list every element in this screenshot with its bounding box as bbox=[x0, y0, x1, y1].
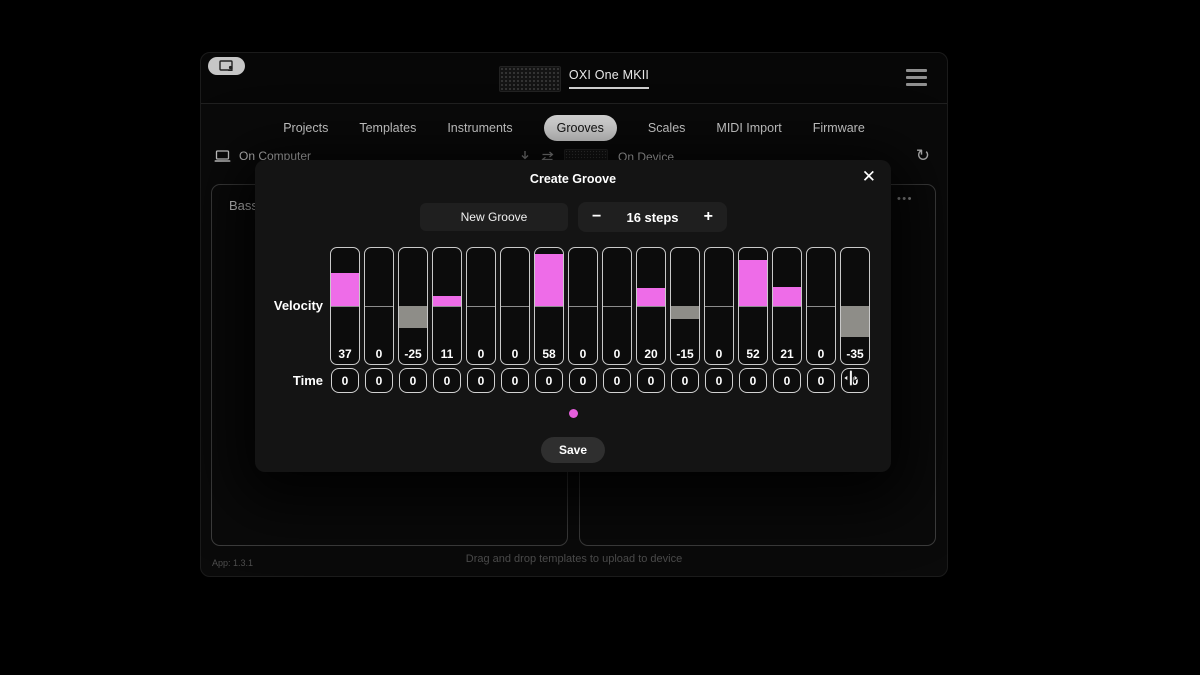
velocity-bar[interactable]: -35 bbox=[840, 247, 870, 365]
tab-templates[interactable]: Templates bbox=[359, 121, 416, 135]
steps-minus-button[interactable]: − bbox=[592, 209, 601, 225]
velocity-bar[interactable]: 11 bbox=[432, 247, 462, 365]
time-value-box[interactable]: 0 bbox=[705, 368, 733, 393]
time-value-box[interactable]: 0 bbox=[773, 368, 801, 393]
time-boxes: 0000000000000000 bbox=[330, 368, 870, 393]
tab-instruments[interactable]: Instruments bbox=[447, 121, 512, 135]
time-value-box[interactable]: 0 bbox=[467, 368, 495, 393]
velocity-bar[interactable]: 0 bbox=[466, 247, 496, 365]
time-value-box[interactable]: 0 bbox=[807, 368, 835, 393]
velocity-value-label: 0 bbox=[569, 347, 597, 361]
velocity-value-label: 0 bbox=[705, 347, 733, 361]
velocity-value-label: -25 bbox=[399, 347, 427, 361]
close-icon[interactable]: ✕ bbox=[862, 167, 876, 187]
tab-grooves[interactable]: Grooves bbox=[544, 115, 617, 141]
velocity-bar[interactable]: 0 bbox=[568, 247, 598, 365]
tab-scales[interactable]: Scales bbox=[648, 121, 686, 135]
velocity-bar[interactable]: 58 bbox=[534, 247, 564, 365]
time-row-label: Time bbox=[255, 373, 323, 388]
time-value-box[interactable]: 0 bbox=[399, 368, 427, 393]
ellipsis-menu-icon[interactable]: ••• bbox=[897, 193, 913, 205]
steps-plus-button[interactable]: + bbox=[704, 209, 713, 225]
velocity-bar[interactable]: 0 bbox=[364, 247, 394, 365]
refresh-icon[interactable]: ↻ bbox=[916, 146, 930, 166]
time-value-box[interactable]: 0 bbox=[501, 368, 529, 393]
app-header: OXI One MKII bbox=[201, 53, 947, 104]
velocity-value-label: 21 bbox=[773, 347, 801, 361]
velocity-bar[interactable]: 20 bbox=[636, 247, 666, 365]
velocity-value-label: 0 bbox=[501, 347, 529, 361]
hamburger-menu-icon[interactable] bbox=[906, 69, 927, 86]
page-indicator-dot bbox=[569, 409, 578, 418]
laptop-icon bbox=[214, 150, 231, 163]
main-tabs: Projects Templates Instruments Grooves S… bbox=[201, 113, 947, 143]
save-button[interactable]: Save bbox=[541, 437, 605, 463]
tab-firmware[interactable]: Firmware bbox=[813, 121, 865, 135]
app-title: OXI One MKII bbox=[569, 68, 649, 89]
velocity-value-label: -35 bbox=[841, 347, 869, 361]
app-logo-group: OXI One MKII bbox=[201, 53, 947, 104]
velocity-value-label: 11 bbox=[433, 347, 461, 361]
velocity-row-label: Velocity bbox=[255, 298, 323, 313]
steps-stepper: − 16 steps + bbox=[578, 202, 727, 232]
modal-title: Create Groove bbox=[255, 172, 891, 186]
tab-midi-import[interactable]: MIDI Import bbox=[716, 121, 781, 135]
velocity-bar[interactable]: 0 bbox=[602, 247, 632, 365]
velocity-bar[interactable]: 21 bbox=[772, 247, 802, 365]
time-value-box[interactable]: 0 bbox=[603, 368, 631, 393]
velocity-bar[interactable]: 0 bbox=[500, 247, 530, 365]
velocity-bar[interactable]: 52 bbox=[738, 247, 768, 365]
velocity-value-label: 0 bbox=[807, 347, 835, 361]
time-value-box[interactable]: 0 bbox=[739, 368, 767, 393]
groove-name-input[interactable] bbox=[420, 203, 568, 231]
create-groove-modal: Create Groove ✕ − 16 steps + Velocity 37… bbox=[255, 160, 891, 472]
time-value-box[interactable]: 0 bbox=[671, 368, 699, 393]
velocity-value-label: 37 bbox=[331, 347, 359, 361]
time-value-box[interactable]: 0 bbox=[365, 368, 393, 393]
screen: OXI One MKII Projects Templates Instrume… bbox=[0, 0, 1200, 675]
tab-projects[interactable]: Projects bbox=[283, 121, 328, 135]
velocity-value-label: 20 bbox=[637, 347, 665, 361]
oxi-device-image bbox=[499, 66, 561, 92]
velocity-value-label: -15 bbox=[671, 347, 699, 361]
velocity-bars: 370-251100580020-15052210-35 bbox=[330, 247, 870, 365]
steps-value-label: 16 steps bbox=[626, 210, 678, 225]
time-value-box[interactable]: 0 bbox=[637, 368, 665, 393]
drag-drop-hint: Drag and drop templates to upload to dev… bbox=[201, 553, 947, 565]
time-value-box[interactable]: 0 bbox=[569, 368, 597, 393]
velocity-value-label: 0 bbox=[467, 347, 495, 361]
velocity-value-label: 58 bbox=[535, 347, 563, 361]
velocity-bar[interactable]: 0 bbox=[704, 247, 734, 365]
time-value-box[interactable]: 0 bbox=[433, 368, 461, 393]
velocity-bar[interactable]: -15 bbox=[670, 247, 700, 365]
velocity-bar[interactable]: 0 bbox=[806, 247, 836, 365]
groove-item-title: Bass bbox=[229, 198, 258, 213]
velocity-value-label: 0 bbox=[603, 347, 631, 361]
velocity-value-label: 52 bbox=[739, 347, 767, 361]
time-value-box[interactable]: 0 bbox=[841, 368, 869, 393]
velocity-bar[interactable]: 37 bbox=[330, 247, 360, 365]
velocity-bar[interactable]: -25 bbox=[398, 247, 428, 365]
time-value-box[interactable]: 0 bbox=[535, 368, 563, 393]
time-value-box[interactable]: 0 bbox=[331, 368, 359, 393]
velocity-value-label: 0 bbox=[365, 347, 393, 361]
